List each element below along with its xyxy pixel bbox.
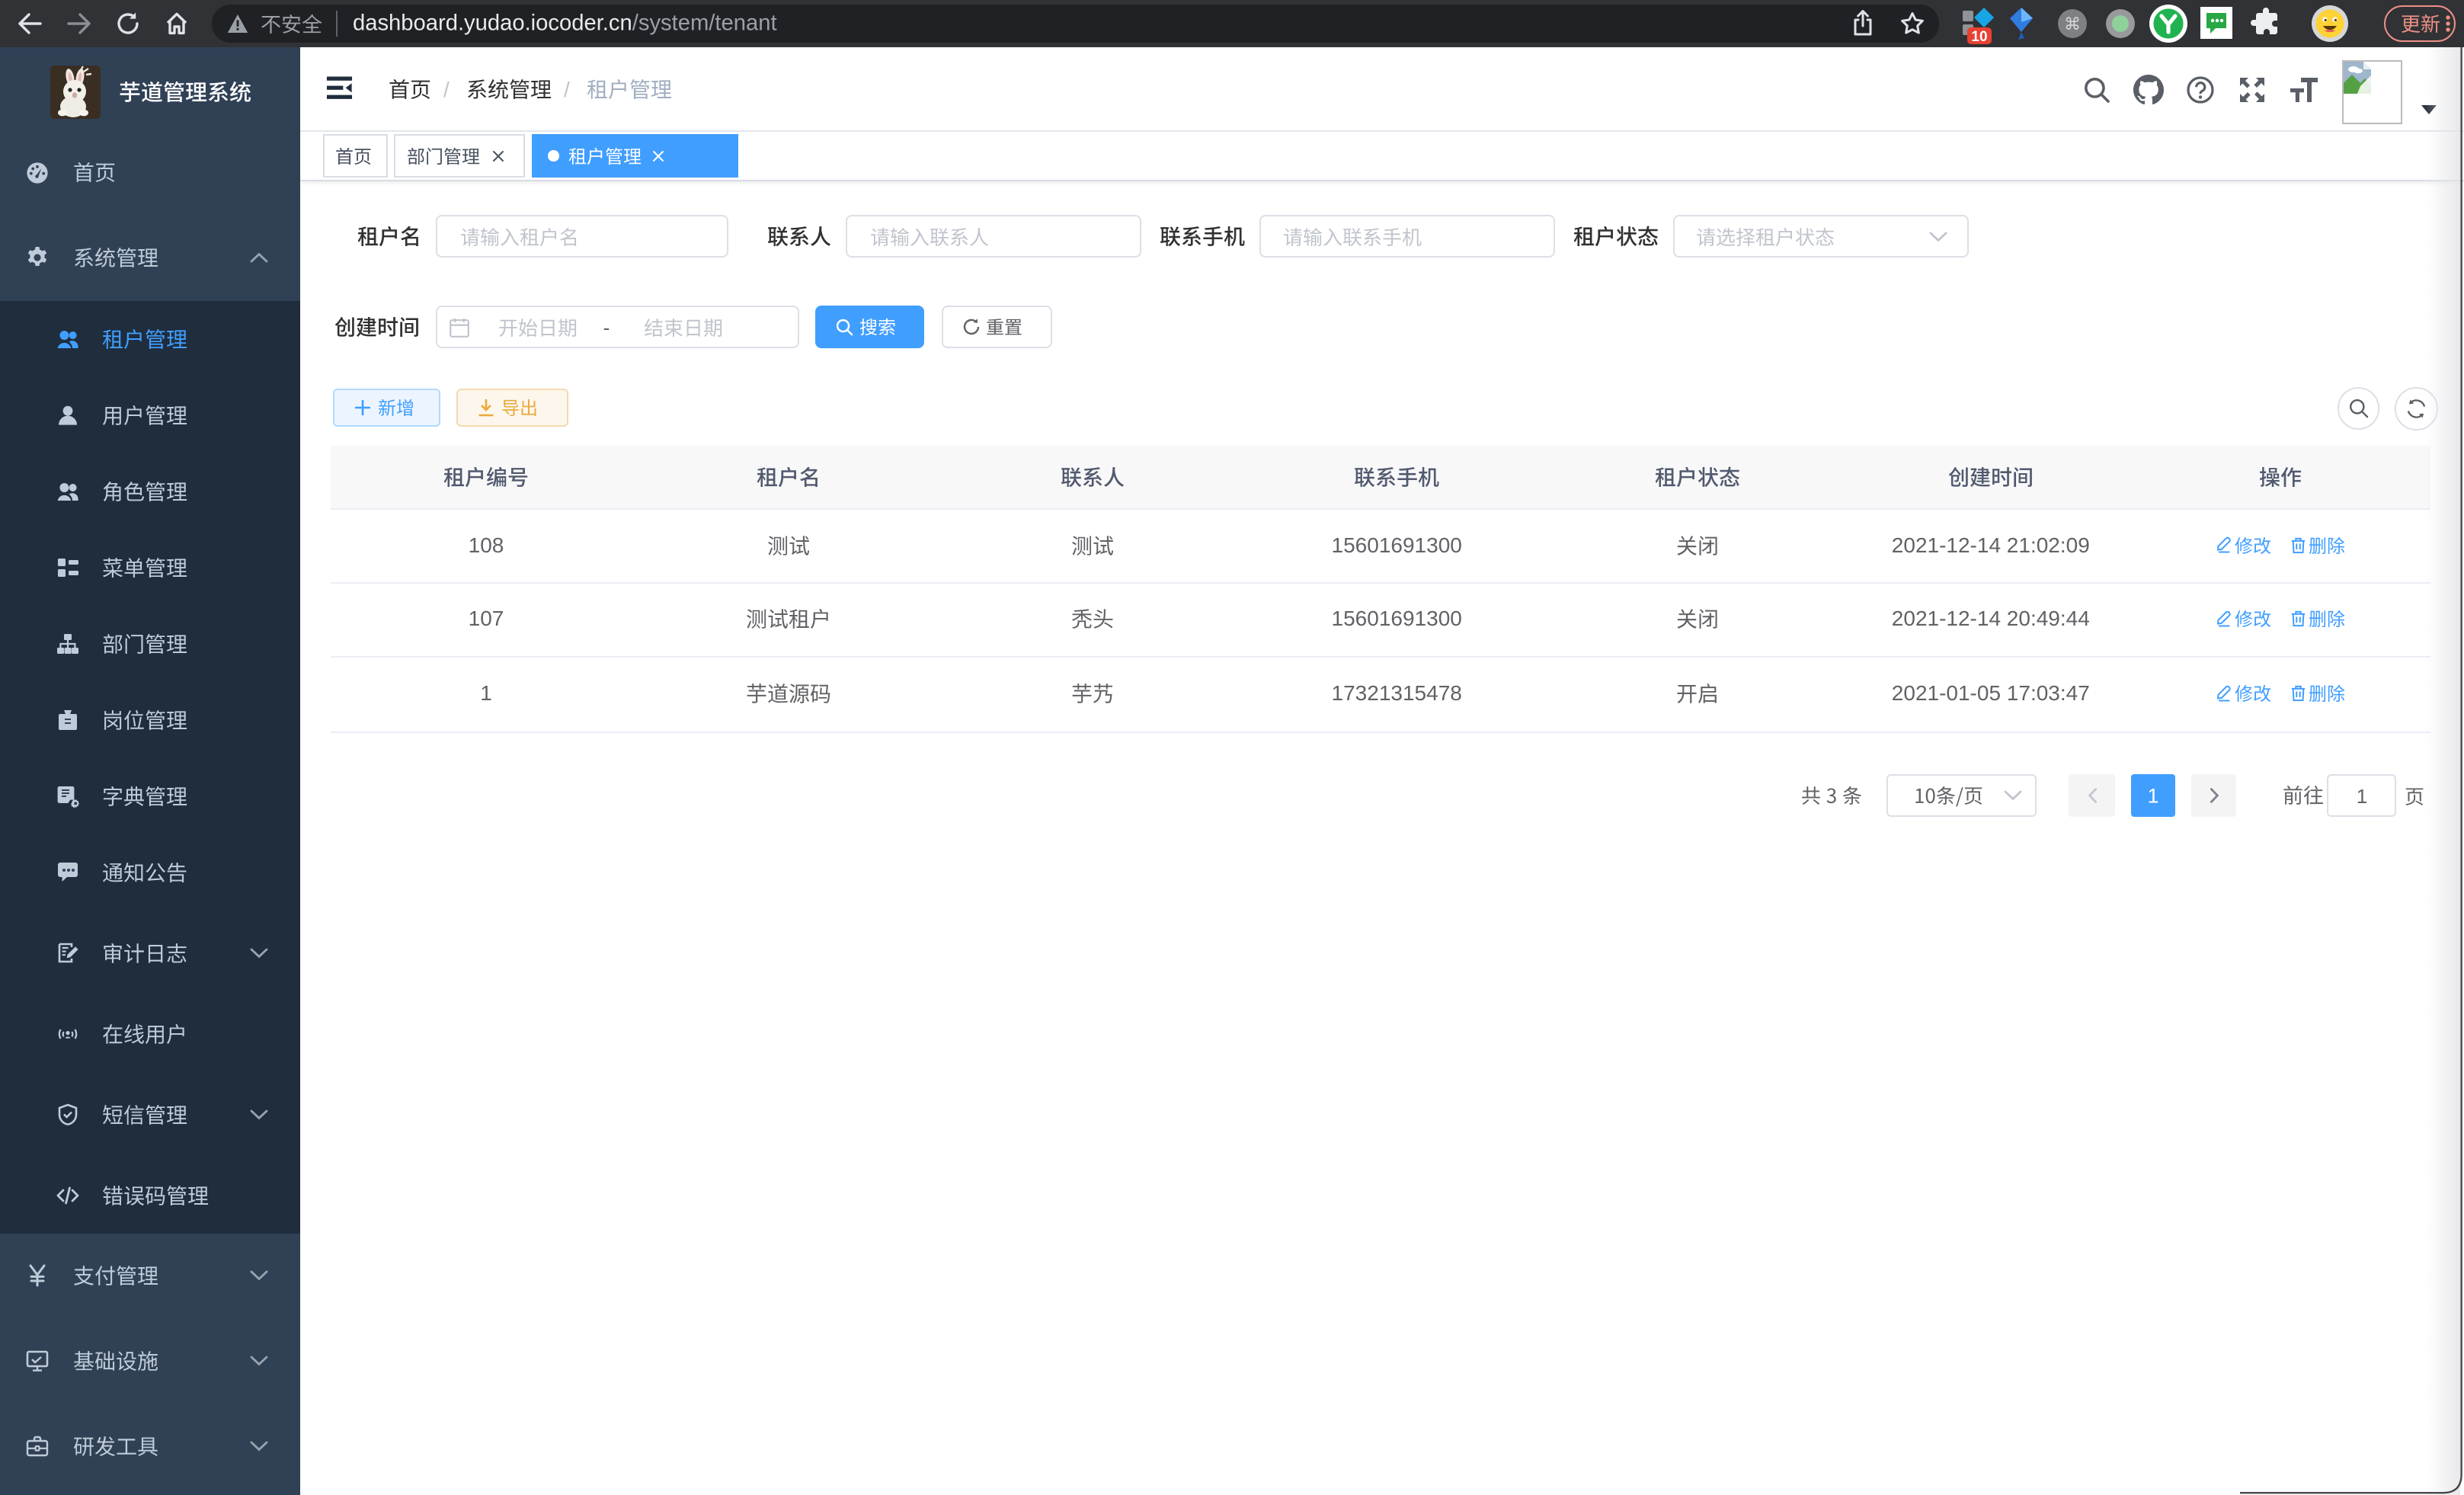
svg-text:10: 10 <box>1971 29 1987 45</box>
svg-text:⌘: ⌘ <box>2064 14 2081 34</box>
